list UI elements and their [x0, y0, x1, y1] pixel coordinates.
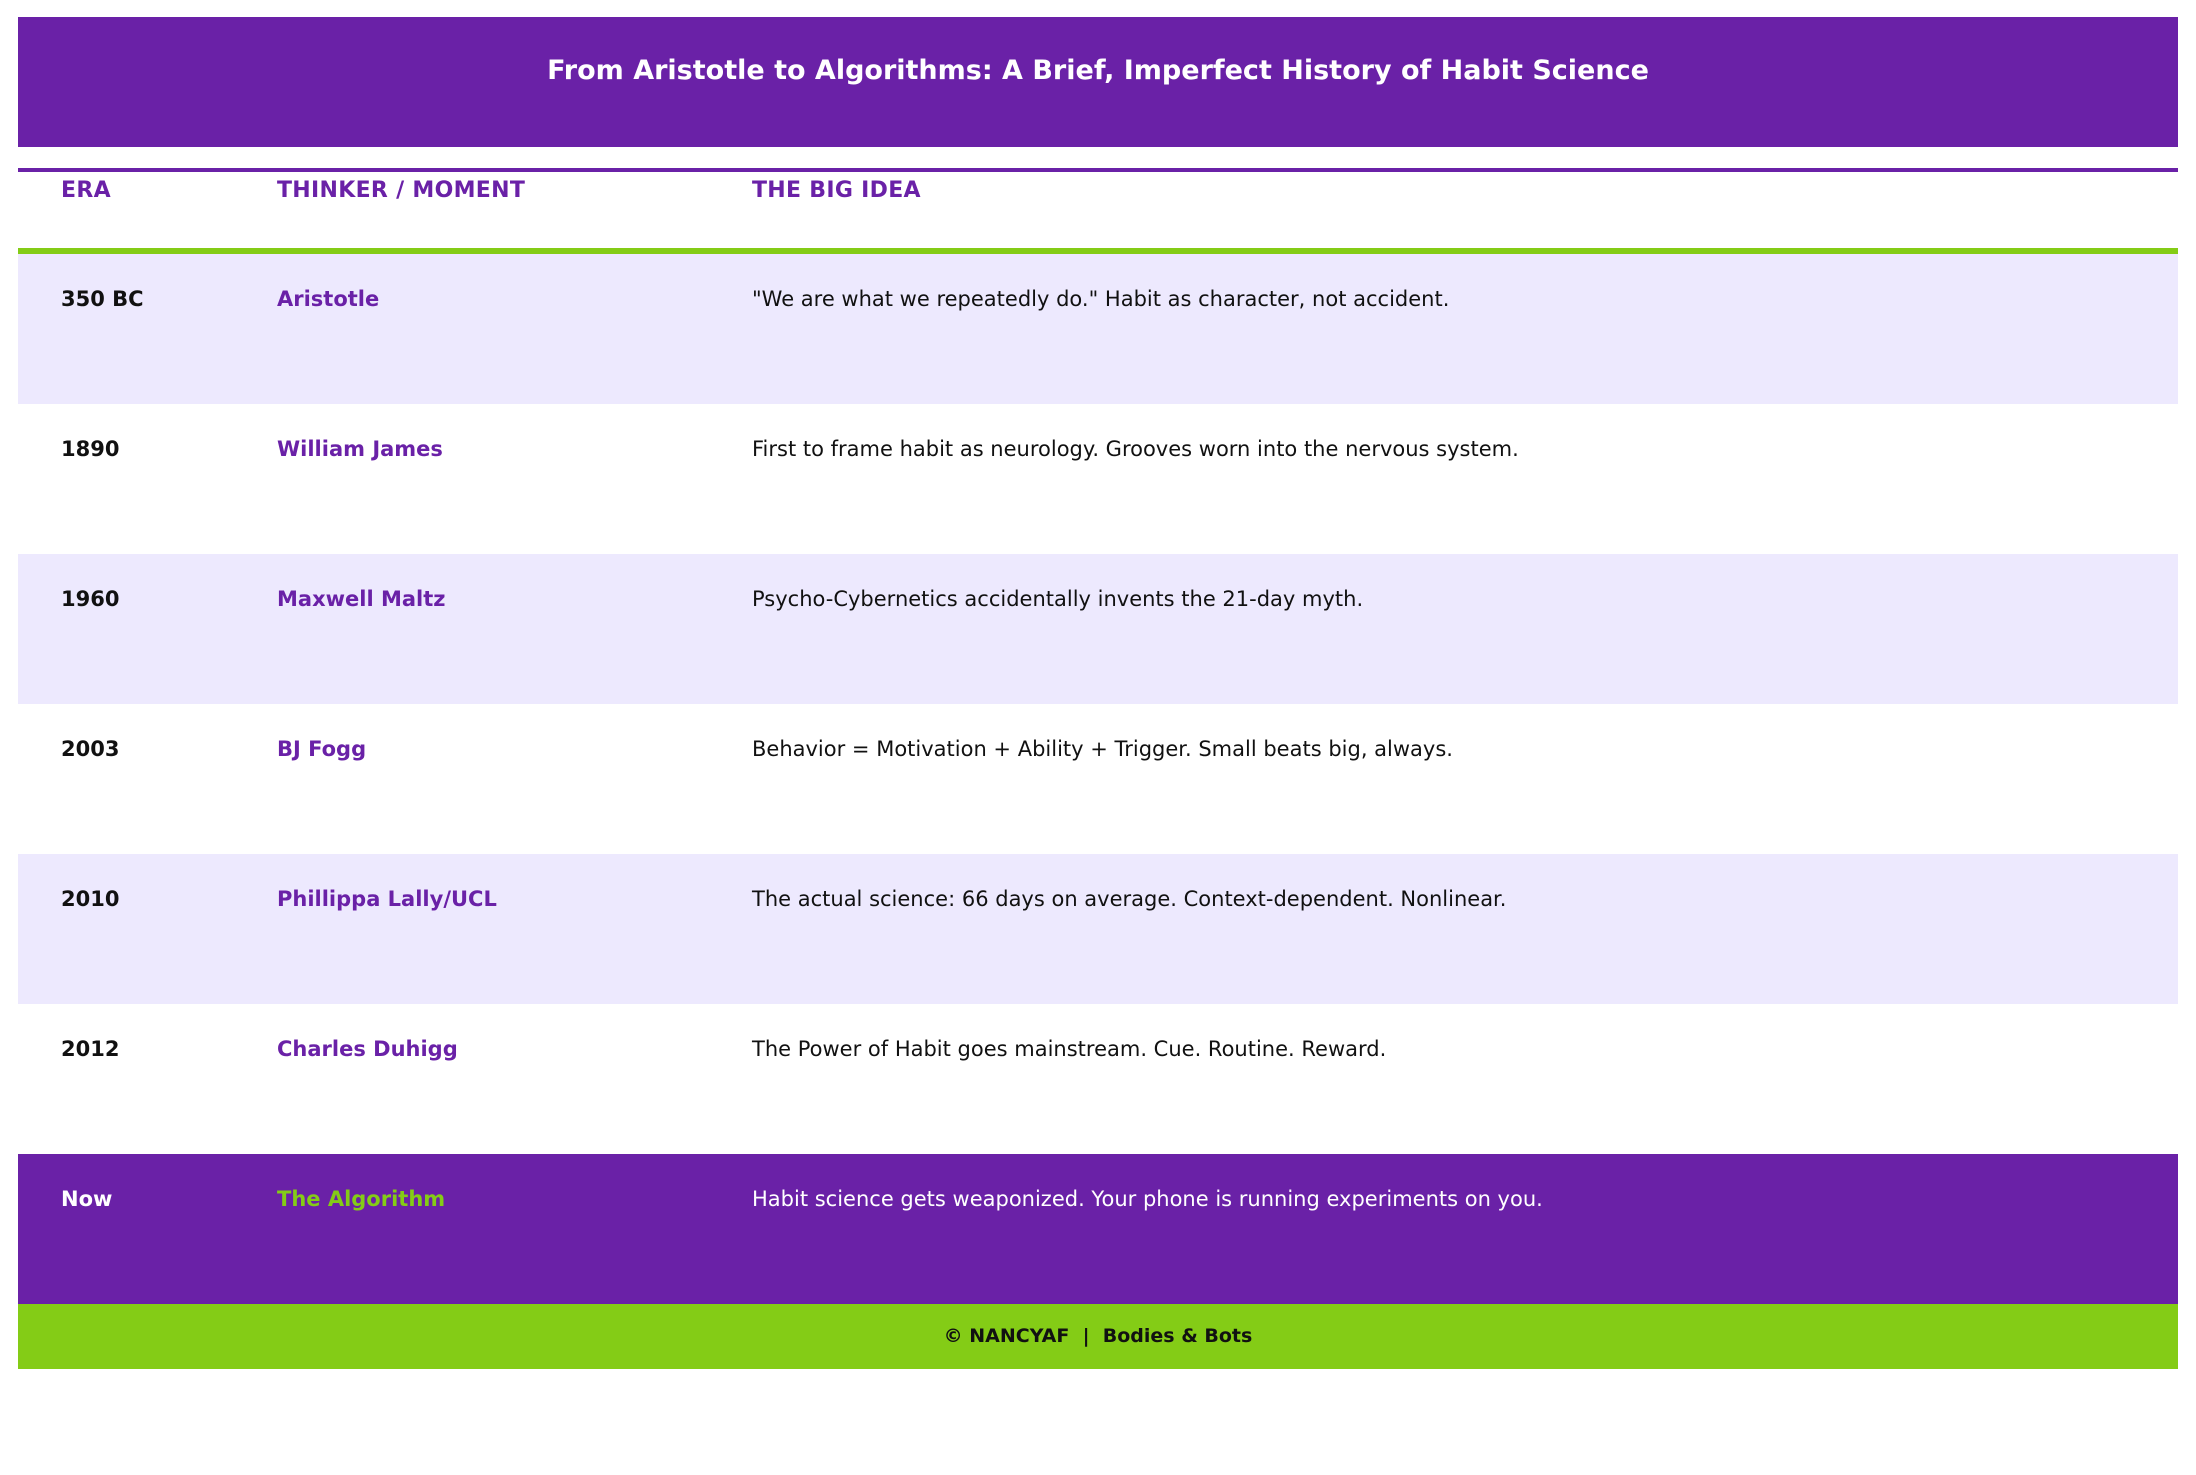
thinker-cell: BJ Fogg	[277, 737, 367, 761]
idea-cell: Behavior = Motivation + Ability + Trigge…	[752, 737, 1453, 761]
idea-cell: The actual science: 66 days on average. …	[752, 887, 1507, 911]
thinker-cell: Charles Duhigg	[277, 1037, 458, 1061]
column-header-thinker: THINKER / MOMENT	[277, 178, 526, 203]
thinker-cell: Maxwell Maltz	[277, 587, 446, 611]
era-cell: 1960	[61, 587, 120, 611]
era-cell: Now	[61, 1187, 113, 1211]
idea-cell: The Power of Habit goes mainstream. Cue.…	[752, 1037, 1387, 1061]
table-row: 2003 BJ Fogg Behavior = Motivation + Abi…	[18, 704, 2178, 854]
table-row-highlighted: Now The Algorithm Habit science gets wea…	[18, 1154, 2178, 1304]
table-row: 350 BC Aristotle "We are what we repeate…	[18, 254, 2178, 404]
era-cell: 1890	[61, 437, 120, 461]
era-cell: 2010	[61, 887, 120, 911]
thinker-cell: William James	[277, 437, 443, 461]
idea-cell: Psycho-Cybernetics accidentally invents …	[752, 587, 1364, 611]
era-cell: 350 BC	[61, 287, 144, 311]
era-cell: 2003	[61, 737, 120, 761]
table-header: ERA THINKER / MOMENT THE BIG IDEA	[18, 168, 2178, 254]
table-row: 1960 Maxwell Maltz Psycho-Cybernetics ac…	[18, 554, 2178, 704]
table-row: 2012 Charles Duhigg The Power of Habit g…	[18, 1004, 2178, 1154]
column-header-era: ERA	[61, 178, 111, 203]
habit-history-table: From Aristotle to Algorithms: A Brief, I…	[18, 17, 2178, 1369]
era-cell: 2012	[61, 1037, 120, 1061]
table-row: 1890 William James First to frame habit …	[18, 404, 2178, 554]
thinker-cell: Phillippa Lally/UCL	[277, 887, 497, 911]
idea-cell: "We are what we repeatedly do." Habit as…	[752, 287, 1450, 311]
table-row: 2010 Phillippa Lally/UCL The actual scie…	[18, 854, 2178, 1004]
idea-cell: First to frame habit as neurology. Groov…	[752, 437, 1519, 461]
idea-cell: Habit science gets weaponized. Your phon…	[752, 1187, 1543, 1211]
column-header-idea: THE BIG IDEA	[752, 178, 921, 203]
thinker-cell: Aristotle	[277, 287, 380, 311]
title-spacer	[18, 147, 2178, 168]
thinker-cell: The Algorithm	[277, 1187, 446, 1211]
page-title: From Aristotle to Algorithms: A Brief, I…	[18, 17, 2178, 147]
footer-credit: © NANCYAF | Bodies & Bots	[18, 1304, 2178, 1369]
